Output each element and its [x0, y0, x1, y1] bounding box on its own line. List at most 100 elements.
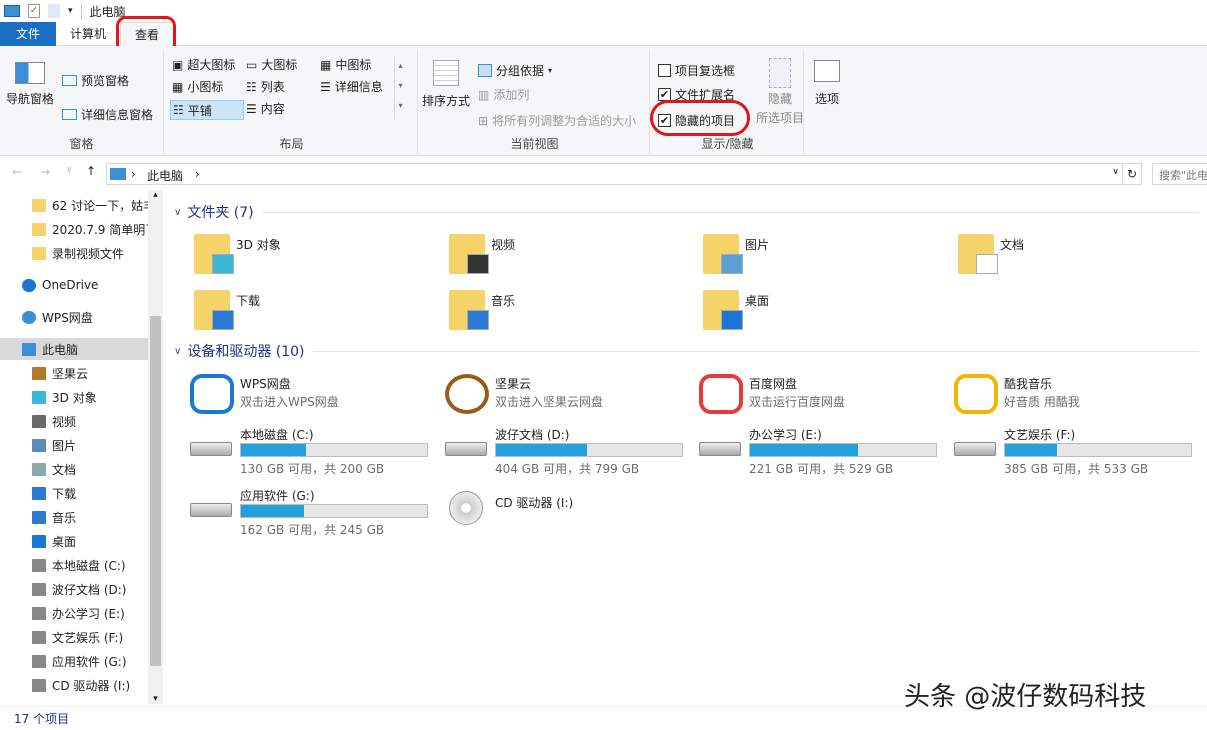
overlay-icon [212, 254, 234, 274]
preview-pane-icon [62, 75, 77, 86]
sidebar-item[interactable]: 录制视频文件 [0, 242, 148, 264]
sidebar-item[interactable]: 应用软件 (G:) [0, 650, 148, 672]
tab-computer[interactable]: 计算机 [60, 22, 116, 46]
tab-file[interactable]: 文件 [0, 22, 56, 46]
address-bar-row: ← → ∨ ↑ › 此电脑 › ∨ ↻ 搜索"此电脑" [0, 160, 1207, 188]
hide-selected-icon [769, 58, 791, 88]
app-description: 双击进入坚果云网盘 [495, 393, 603, 410]
sidebar-item-label: OneDrive [42, 278, 98, 292]
folder-item[interactable]: 文档 [952, 230, 1192, 280]
checkbox[interactable] [658, 64, 671, 77]
new-folder-icon[interactable] [48, 4, 60, 18]
app-drive-item[interactable]: 坚果云双击进入坚果云网盘 [443, 372, 693, 430]
quick-access-dropdown-icon[interactable]: ▾ [68, 6, 73, 16]
medium-icons-icon: ▦ [320, 58, 331, 72]
address-dropdown-icon[interactable]: ∨ [1112, 167, 1119, 177]
app-drive-item[interactable]: 百度网盘双击运行百度网盘 [697, 372, 947, 430]
details-pane-button[interactable]: 详细信息窗格 [62, 106, 153, 123]
folder-item[interactable]: 图片 [697, 230, 937, 280]
folder-item[interactable]: 音乐 [443, 286, 683, 336]
layout-details[interactable]: ☰详细信息 [320, 78, 383, 95]
sidebar-item[interactable]: 文档 [0, 458, 148, 480]
item-checkboxes-toggle[interactable]: 项目复选框 [658, 62, 735, 79]
folder-label: 文档 [1000, 236, 1024, 253]
sidebar-item[interactable]: CD 驱动器 (I:) [0, 674, 148, 696]
group-show-hide: 项目复选框 ✔文件扩展名 ✔隐藏的项目 隐藏所选项目 显示/隐藏 [652, 50, 804, 154]
sidebar-item[interactable]: 下载 [0, 482, 148, 504]
drive-item[interactable]: 波仔文档 (D:)404 GB 可用，共 799 GB [443, 426, 693, 484]
desktop-folder-icon [703, 290, 739, 330]
layout-large[interactable]: ▭大图标 [246, 56, 297, 73]
layout-content[interactable]: ☰内容 [246, 100, 285, 117]
layout-extra-large[interactable]: ▣超大图标 [172, 56, 235, 73]
group-by-button[interactable]: 分组依据▾ [478, 62, 552, 79]
section-header[interactable]: ∨设备和驱动器 (10) [174, 341, 1199, 361]
drive-name: 波仔文档 (D:) [495, 426, 569, 443]
add-column-button[interactable]: ▥添加列 [478, 86, 529, 103]
size-all-columns-button[interactable]: ⊞将所有列调整为合适的大小 [478, 112, 636, 129]
layout-list[interactable]: ☷列表 [246, 78, 285, 95]
drive-name: 文艺娱乐 (F:) [1004, 426, 1075, 443]
scroll-up-icon[interactable]: ▴ [148, 190, 163, 200]
app-drive-item[interactable]: WPS网盘双击进入WPS网盘 [188, 372, 438, 430]
search-input[interactable]: 搜索"此电脑" [1152, 163, 1207, 185]
breadcrumb-this-pc[interactable]: 此电脑 [147, 167, 183, 184]
sidebar-item[interactable]: OneDrive [0, 274, 148, 296]
tiles-icon: ☷ [173, 103, 184, 117]
sidebar-item[interactable]: 坚果云 [0, 362, 148, 384]
sidebar-item[interactable]: 62 讨论一下，姑丰 [0, 194, 148, 216]
app-description: 双击运行百度网盘 [749, 393, 845, 410]
options-button[interactable]: 选项 [814, 60, 840, 107]
sidebar-item[interactable]: 此电脑 [0, 338, 148, 360]
layout-tiles[interactable]: ☷平铺 [170, 100, 244, 120]
sidebar-item[interactable]: 3D 对象 [0, 386, 148, 408]
drive-item[interactable]: 文艺娱乐 (F:)385 GB 可用，共 533 GB [952, 426, 1202, 484]
folder-item[interactable]: 视频 [443, 230, 683, 280]
back-icon[interactable]: ← [12, 165, 22, 179]
extra-large-icons-icon: ▣ [172, 58, 183, 72]
properties-icon[interactable]: ✓ [28, 4, 40, 18]
layout-scrollbar[interactable]: ▴▾▾ [394, 56, 406, 120]
recent-dropdown-icon[interactable]: ∨ [66, 165, 73, 175]
layout-small[interactable]: ▦小图标 [172, 78, 223, 95]
sidebar-item[interactable]: 音乐 [0, 506, 148, 528]
folder-item[interactable]: 下载 [188, 286, 428, 336]
refresh-button[interactable]: ↻ [1122, 163, 1142, 185]
sidebar-item[interactable]: 办公学习 (E:) [0, 602, 148, 624]
scroll-thumb[interactable] [150, 316, 161, 666]
forward-icon[interactable]: → [40, 165, 50, 179]
up-icon[interactable]: ↑ [86, 164, 96, 178]
drive-item[interactable]: 应用软件 (G:)162 GB 可用，共 245 GB [188, 487, 438, 545]
preview-pane-button[interactable]: 预览窗格 [62, 72, 129, 89]
sidebar-item[interactable]: 本地磁盘 (C:) [0, 554, 148, 576]
section-header[interactable]: ∨文件夹 (7) [174, 202, 1199, 222]
navigation-scrollbar[interactable]: ▴ ▾ [148, 190, 163, 704]
app-drive-item[interactable]: 酷我音乐好音质 用酷我 [952, 372, 1202, 430]
sidebar-item[interactable]: 视频 [0, 410, 148, 432]
drive-item[interactable]: 本地磁盘 (C:)130 GB 可用，共 200 GB [188, 426, 438, 484]
group-label: 当前视图 [420, 135, 649, 152]
computer-icon [110, 168, 126, 180]
address-input[interactable]: › 此电脑 › ∨ [106, 163, 1124, 185]
hide-selected-button[interactable]: 隐藏所选项目 [756, 58, 804, 126]
options-icon [814, 60, 840, 82]
sidebar-item-label: 录制视频文件 [52, 245, 124, 262]
drive-item[interactable]: 办公学习 (E:)221 GB 可用，共 529 GB [697, 426, 947, 484]
scroll-down-icon[interactable]: ▾ [148, 694, 163, 704]
sidebar-item[interactable]: WPS网盘 [0, 306, 148, 328]
navigation-pane-button[interactable]: 导航窗格 [6, 62, 54, 107]
folder-item[interactable]: 3D 对象 [188, 230, 428, 280]
layout-medium[interactable]: ▦中图标 [320, 56, 371, 73]
sidebar-item[interactable]: 2020.7.9 简单明了 [0, 218, 148, 240]
sidebar-item[interactable]: 桌面 [0, 530, 148, 552]
cd-drive-item[interactable]: CD 驱动器 (I:) [443, 491, 693, 549]
sort-by-button[interactable]: 排序方式 [422, 60, 470, 109]
3d-objects-icon [32, 391, 46, 404]
sidebar-item[interactable]: 文艺娱乐 (F:) [0, 626, 148, 648]
sidebar-item[interactable]: 波仔文档 (D:) [0, 578, 148, 600]
drive-usage-fill [241, 505, 304, 517]
folder-item[interactable]: 桌面 [697, 286, 937, 336]
sidebar-item[interactable]: 图片 [0, 434, 148, 456]
group-by-icon [478, 64, 492, 77]
app-description: 好音质 用酷我 [1004, 393, 1080, 410]
